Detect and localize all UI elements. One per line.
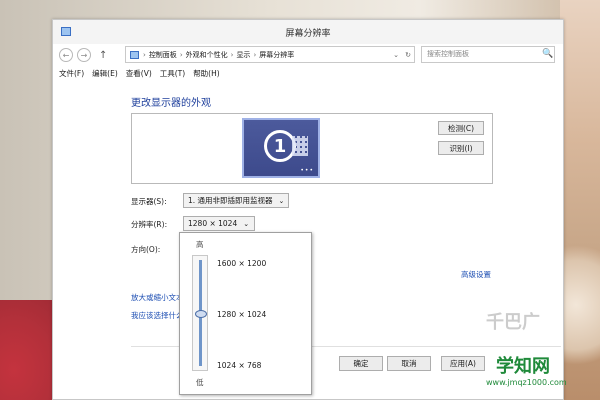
chevron-down-icon[interactable]: ⌄ <box>390 51 402 59</box>
window-title: 屏幕分辨率 <box>285 28 331 39</box>
advanced-settings-link[interactable]: 高级设置 <box>461 269 491 280</box>
breadcrumb-display[interactable]: 显示 <box>236 50 250 60</box>
breadcrumb-screen-resolution[interactable]: 屏幕分辨率 <box>259 50 294 60</box>
slider-high-label: 高 <box>196 240 204 249</box>
display-preview: 1 ••• 检测(C) 识别(I) <box>131 113 493 184</box>
menu-file[interactable]: 文件(F) <box>59 68 84 79</box>
slider-thumb[interactable] <box>195 310 207 318</box>
display-select[interactable]: 1. 通用非即插即用监视器 ⌄ <box>183 193 289 208</box>
text-size-link[interactable]: 放大或缩小文本 <box>131 292 184 303</box>
detect-button[interactable]: 检测(C) <box>438 121 484 135</box>
resolution-option-1280[interactable]: 1280 × 1024 <box>217 310 266 319</box>
titlebar[interactable]: 屏幕分辨率 <box>53 20 563 44</box>
breadcrumb-appearance[interactable]: 外观和个性化 <box>186 50 228 60</box>
menu-tools[interactable]: 工具(T) <box>160 68 185 79</box>
breadcrumb-control-panel[interactable]: 控制面板 <box>149 50 177 60</box>
watermark-logo: 学知网 <box>496 356 550 377</box>
up-arrow-icon[interactable]: ↑ <box>99 50 107 61</box>
menu-edit[interactable]: 编辑(E) <box>92 68 118 79</box>
monitor-dots: ••• <box>300 167 314 174</box>
chevron-down-icon: ⌄ <box>278 196 285 205</box>
chevron-down-icon: ⌄ <box>243 219 250 228</box>
search-input[interactable]: 搜索控制面板 <box>421 46 555 63</box>
display-label: 显示器(S): <box>131 197 167 206</box>
control-panel-icon <box>61 27 71 36</box>
forward-arrow-icon[interactable]: → <box>77 48 91 62</box>
resolution-slider[interactable] <box>192 255 208 371</box>
menu-view[interactable]: 查看(V) <box>126 68 152 79</box>
resolution-option-1600[interactable]: 1600 × 1200 <box>217 259 266 268</box>
cancel-button[interactable]: 取消 <box>387 356 431 371</box>
apply-button[interactable]: 应用(A) <box>441 356 485 371</box>
orientation-label: 方向(O): <box>131 245 161 254</box>
screen-grid-icon <box>292 136 308 156</box>
resolution-select[interactable]: 1280 × 1024 ⌄ <box>183 216 255 231</box>
monitor-tile[interactable]: 1 ••• <box>242 118 320 178</box>
menu-bar: 文件(F) 编辑(E) 查看(V) 工具(T) 帮助(H) <box>59 68 228 79</box>
address-bar[interactable]: › 控制面板 › 外观和个性化 › 显示 › 屏幕分辨率 ⌄ ↻ <box>125 46 415 63</box>
resolution-dropdown-popup: 高 1600 × 1200 1280 × 1024 1024 × 768 低 <box>179 232 312 395</box>
back-arrow-icon[interactable]: ← <box>59 48 73 62</box>
control-panel-icon <box>130 50 139 59</box>
watermark-url: www.jmqz1000.com <box>486 378 567 387</box>
refresh-icon[interactable]: ↻ <box>402 51 414 59</box>
slider-low-label: 低 <box>196 378 204 387</box>
search-icon[interactable]: 🔍 <box>542 49 559 59</box>
menu-help[interactable]: 帮助(H) <box>193 68 220 79</box>
identify-button[interactable]: 识别(I) <box>438 141 484 155</box>
page-title: 更改显示器的外观 <box>131 98 211 109</box>
resolution-label: 分辨率(R): <box>131 220 168 229</box>
address-row: ← → ↑ › 控制面板 › 外观和个性化 › 显示 › 屏幕分辨率 ⌄ ↻ 搜… <box>53 44 563 66</box>
ok-button[interactable]: 确定 <box>339 356 383 371</box>
watermark-faint: 千巴广 <box>486 312 540 333</box>
help-choose-link[interactable]: 我应该选择什么 <box>131 310 184 321</box>
resolution-option-1024[interactable]: 1024 × 768 <box>217 361 261 370</box>
